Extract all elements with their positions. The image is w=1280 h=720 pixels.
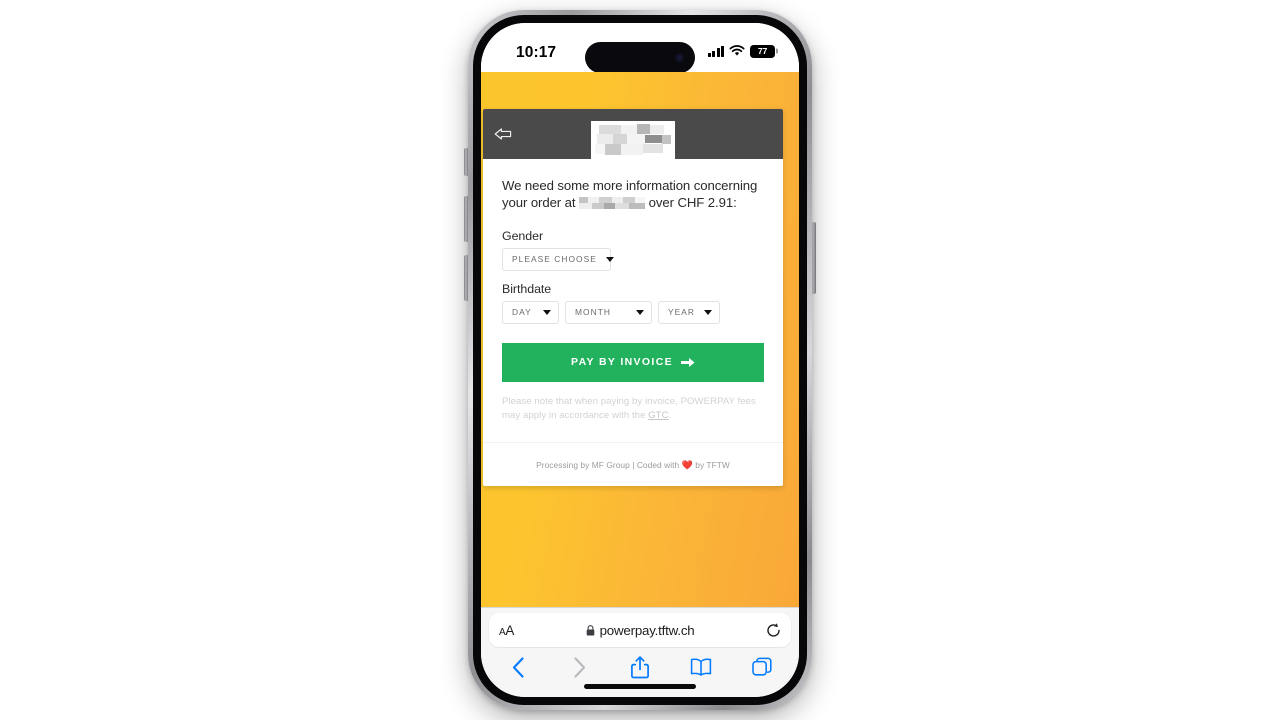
payment-card: We need some more information concerning… — [483, 109, 783, 486]
lock-icon — [586, 624, 594, 635]
year-select-value: YEAR — [668, 307, 696, 318]
home-indicator — [584, 684, 696, 689]
gender-label: Gender — [502, 228, 544, 243]
arrow-right-icon — [680, 357, 695, 367]
pay-by-invoice-label: PAY BY INVOICE — [571, 356, 673, 369]
tabs-icon — [752, 657, 772, 676]
url-row: AA powerpay.tftw.ch — [481, 608, 799, 652]
merchant-logo-redacted — [591, 121, 675, 159]
front-camera-icon — [675, 53, 684, 62]
chevron-right-icon — [573, 656, 585, 678]
share-button[interactable] — [625, 654, 655, 680]
wifi-icon — [729, 45, 745, 56]
safari-bottom-bar: AA powerpay.tftw.ch — [481, 607, 799, 697]
text-size-button[interactable]: AA — [499, 623, 514, 638]
footer-text-before: Processing by MF Group | Coded with — [536, 459, 682, 470]
battery-level: 77 — [757, 46, 768, 57]
chevron-down-icon — [605, 256, 614, 262]
month-select[interactable]: MONTH — [565, 300, 652, 324]
chevron-left-icon — [512, 656, 524, 678]
card-body: We need some more information concerning… — [483, 159, 783, 442]
gender-select[interactable]: PLEASE CHOOSE — [502, 247, 614, 271]
birthdate-field: Birthdate DAY MONTH YEAR — [502, 282, 764, 324]
chevron-down-icon — [704, 309, 713, 315]
lead-text: We need some more information concerning… — [502, 177, 764, 212]
status-indicators: 77 — [707, 45, 775, 58]
month-select-value: MONTH — [575, 307, 611, 318]
gtc-link[interactable]: GTC — [648, 410, 668, 421]
url-center: powerpay.tftw.ch — [514, 623, 766, 638]
card-header — [483, 109, 783, 159]
forward-button[interactable] — [564, 654, 594, 680]
chevron-down-icon — [543, 309, 551, 315]
reload-icon[interactable] — [766, 622, 781, 638]
address-bar[interactable]: AA powerpay.tftw.ch — [489, 613, 791, 647]
lead-text-after: over CHF 2.91: — [648, 195, 737, 211]
year-select[interactable]: YEAR — [658, 300, 720, 324]
invoice-disclaimer: Please note that when paying by invoice,… — [502, 395, 764, 442]
battery-icon: 77 — [750, 45, 775, 58]
footer-text-after: by TFTW — [692, 459, 730, 470]
book-icon — [690, 658, 712, 676]
phone-screen: 10:17 77 We need some more information c… — [481, 23, 799, 697]
footer-credit: Processing by MF Group | Coded with ❤️ b… — [536, 460, 730, 470]
url-text: powerpay.tftw.ch — [599, 622, 695, 638]
day-select-value: DAY — [512, 307, 532, 318]
share-icon — [631, 655, 649, 678]
card-footer: Processing by MF Group | Coded with ❤️ b… — [483, 441, 783, 486]
chevron-down-icon — [636, 309, 644, 315]
birthdate-label: Birthdate — [502, 281, 552, 296]
gender-field: Gender PLEASE CHOOSE — [502, 229, 764, 271]
bookmarks-button[interactable] — [686, 654, 716, 680]
back-arrow-icon[interactable] — [493, 126, 513, 142]
disclaimer-text-before: Please note that when paying by invoice,… — [502, 395, 756, 422]
status-bar: 10:17 77 — [481, 23, 799, 73]
tabs-button[interactable] — [747, 654, 777, 680]
heart-icon: ❤️ — [681, 459, 693, 470]
day-select[interactable]: DAY — [502, 300, 559, 324]
webview: We need some more information concerning… — [481, 72, 799, 607]
browser-toolbar — [481, 652, 799, 697]
cellular-signal-icon — [707, 45, 724, 57]
gender-select-value: PLEASE CHOOSE — [512, 254, 597, 265]
redacted-merchant-name — [579, 197, 646, 210]
dynamic-island — [585, 42, 695, 73]
screenshot-root: 10:17 77 We need some more information c… — [0, 0, 1280, 720]
disclaimer-text-after: . — [668, 410, 672, 422]
birthdate-selects: DAY MONTH YEAR — [502, 300, 764, 324]
iphone-device-frame: 10:17 77 We need some more information c… — [468, 10, 812, 710]
back-button[interactable] — [503, 654, 533, 680]
pay-by-invoice-button[interactable]: PAY BY INVOICE — [502, 342, 764, 382]
status-time: 10:17 — [516, 44, 557, 61]
